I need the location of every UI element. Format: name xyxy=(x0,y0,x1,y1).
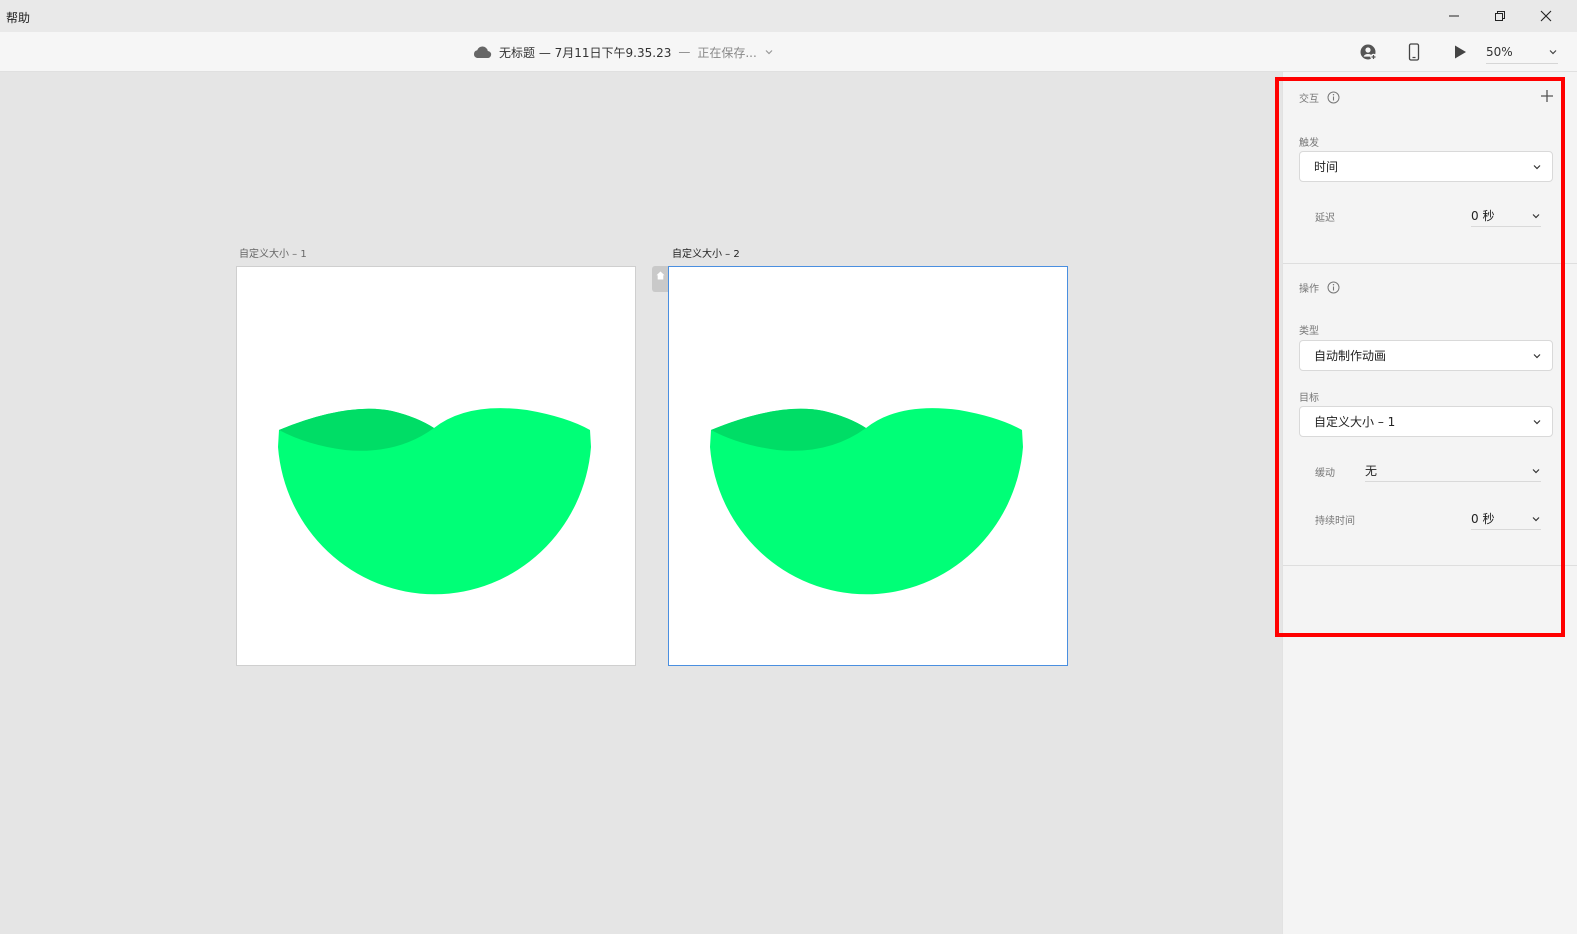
trigger-select[interactable]: 时间 xyxy=(1299,151,1553,182)
cloud-icon xyxy=(473,46,492,59)
zoom-select[interactable]: 50% xyxy=(1486,40,1558,64)
green-bowl-shape[interactable] xyxy=(669,267,1069,667)
chevron-down-icon xyxy=(1532,213,1540,218)
section-divider xyxy=(1283,263,1577,264)
target-value: 自定义大小 – 1 xyxy=(1314,415,1396,429)
home-artboard-marker[interactable] xyxy=(652,266,668,292)
share-user-button[interactable] xyxy=(1356,40,1380,64)
mobile-icon xyxy=(1408,43,1420,61)
chevron-down-icon xyxy=(1532,516,1540,521)
prototype-properties-panel: 交互 触发 时间 延迟 0 秒 操作 类型 自动制作动画 目标 自定义大小 – … xyxy=(1282,72,1577,934)
title-bar: 帮助 xyxy=(0,0,1577,32)
duration-select[interactable]: 0 秒 xyxy=(1471,508,1541,530)
home-icon xyxy=(656,271,664,280)
chevron-down-icon xyxy=(1533,353,1541,358)
menu-help[interactable]: 帮助 xyxy=(6,9,30,26)
zoom-value: 50% xyxy=(1486,44,1513,59)
delay-label: 延迟 xyxy=(1315,213,1335,224)
info-icon[interactable] xyxy=(1327,281,1340,294)
restore-icon xyxy=(1495,11,1505,21)
artboard-2[interactable] xyxy=(668,266,1068,666)
user-share-icon xyxy=(1360,44,1377,61)
add-interaction-icon[interactable] xyxy=(1539,88,1555,104)
restore-button[interactable] xyxy=(1477,0,1523,32)
duration-value: 0 秒 xyxy=(1471,512,1495,526)
chevron-down-icon xyxy=(1549,49,1557,54)
document-title: 无标题 — 7月11日下午9.35.23 xyxy=(499,45,672,60)
section-divider xyxy=(1283,565,1577,566)
info-icon[interactable] xyxy=(1327,91,1340,104)
delay-select[interactable]: 0 秒 xyxy=(1471,205,1541,227)
play-preview-button[interactable] xyxy=(1448,40,1472,64)
close-icon xyxy=(1540,10,1552,22)
design-canvas[interactable]: 自定义大小 – 1 自定义大小 – 2 xyxy=(0,72,1282,934)
delay-row: 延迟 0 秒 xyxy=(1315,203,1541,227)
action-type-select[interactable]: 自动制作动画 xyxy=(1299,340,1553,371)
play-icon xyxy=(1455,45,1466,59)
document-title-area[interactable]: 无标题 — 7月11日下午9.35.23 — 正在保存... xyxy=(472,42,774,62)
chevron-down-icon xyxy=(1533,164,1541,169)
interaction-title-text: 交互 xyxy=(1299,94,1319,105)
close-window-button[interactable] xyxy=(1523,0,1569,32)
artboard-2-label[interactable]: 自定义大小 – 2 xyxy=(672,245,740,260)
action-type-value: 自动制作动画 xyxy=(1314,349,1387,363)
chevron-down-icon xyxy=(1533,419,1541,424)
chevron-down-icon xyxy=(765,50,773,55)
trigger-value: 时间 xyxy=(1314,160,1339,174)
save-status: 正在保存... xyxy=(697,45,757,60)
trigger-label: 触发 xyxy=(1299,138,1319,149)
duration-row: 持续时间 0 秒 xyxy=(1315,506,1541,530)
easing-value: 无 xyxy=(1365,464,1378,478)
action-section-title: 操作 xyxy=(1299,280,1340,295)
title-separator: — xyxy=(678,45,691,59)
easing-select[interactable]: 无 xyxy=(1365,460,1541,482)
target-select[interactable]: 自定义大小 – 1 xyxy=(1299,406,1553,437)
green-bowl-shape[interactable] xyxy=(237,267,637,667)
minimize-icon xyxy=(1449,15,1459,17)
minimize-button[interactable] xyxy=(1431,0,1477,32)
action-title-text: 操作 xyxy=(1299,284,1319,295)
interaction-section-title: 交互 xyxy=(1299,90,1340,105)
easing-row: 缓动 无 xyxy=(1315,458,1541,482)
device-preview-button[interactable] xyxy=(1402,40,1426,64)
delay-value: 0 秒 xyxy=(1471,209,1495,223)
easing-label: 缓动 xyxy=(1315,468,1335,479)
toolbar: 无标题 — 7月11日下午9.35.23 — 正在保存... 50% xyxy=(0,32,1577,72)
artboard-1[interactable] xyxy=(236,266,636,666)
duration-label: 持续时间 xyxy=(1315,516,1355,527)
type-label: 类型 xyxy=(1299,326,1319,337)
target-label: 目标 xyxy=(1299,393,1319,404)
chevron-down-icon xyxy=(1532,468,1540,473)
artboard-1-label[interactable]: 自定义大小 – 1 xyxy=(239,245,307,260)
